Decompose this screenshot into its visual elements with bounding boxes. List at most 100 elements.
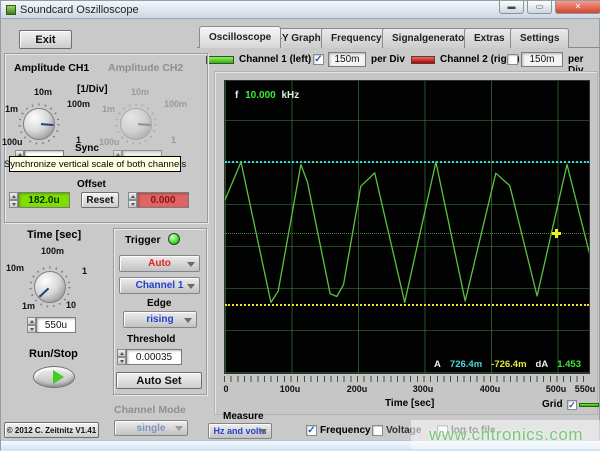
sync-tooltip: Synchronize vertical scale of both chann… [9, 156, 181, 172]
tab-settings[interactable]: Settings [510, 28, 569, 48]
frequency-prefix: f [235, 90, 238, 101]
trigger-source-dropdown[interactable]: Channel 1 [119, 277, 200, 294]
offset-ch1-field[interactable]: 182.0u [18, 192, 70, 208]
ch1-knob-label-bottom-left: 100u [2, 137, 23, 147]
ch2-knob-label-left: 1m [102, 104, 115, 114]
ch2-knob-label-bottom-right: 1 [171, 135, 176, 145]
threshold-label: Threshold [127, 334, 175, 345]
offset-ch2-control[interactable]: 0.000 [128, 192, 189, 208]
maximize-button[interactable]: ▭ [527, 1, 552, 14]
x-tick-200u: 200u [347, 384, 368, 394]
amplitude-ch2-title: Amplitude CH2 [108, 62, 183, 74]
close-button[interactable]: ✕ [555, 1, 600, 14]
time-title: Time [sec] [27, 229, 81, 241]
crosshair-cursor-icon[interactable] [552, 229, 561, 238]
ch2-knob-label-bottom-left: 100u [99, 137, 120, 147]
time-knob-label-bottom-right: 10 [66, 300, 76, 310]
readout-min-value: -726.4m [491, 359, 526, 370]
spinner[interactable] [9, 192, 18, 208]
time-knob-label-right: 1 [82, 266, 87, 276]
time-value-field[interactable]: 550u [36, 317, 76, 333]
dropdown-arrow-icon [259, 429, 267, 434]
run-stop-label: Run/Stop [29, 348, 78, 360]
tab-oscilloscope[interactable]: Oscilloscope [199, 26, 281, 48]
amplitude-ch2-knob[interactable] [114, 102, 158, 146]
tab-frequency[interactable]: Frequency [321, 28, 392, 48]
measure-mode-dropdown[interactable]: Hz and volts [208, 423, 272, 439]
channel-mode-label: Channel Mode [114, 404, 186, 416]
time-value-control[interactable]: 550u [27, 317, 76, 333]
ch1-knob-label-top: 10m [34, 87, 52, 97]
grid-checkbox[interactable]: ✓ [567, 400, 577, 410]
x-tick-0: 0 [223, 384, 228, 394]
frequency-readout: f 10.000 kHz [235, 90, 299, 101]
spinner[interactable] [117, 349, 126, 365]
oscilloscope-graph-panel: f 10.000 kHz A 726.4m -726.4m dA 1.453 0… [214, 71, 598, 415]
spinner[interactable] [128, 192, 137, 208]
grid-channel-color-swatch [579, 403, 599, 407]
offset-ch1-control[interactable]: 182.0u [9, 192, 70, 208]
app-icon [6, 5, 16, 15]
tab-extras[interactable]: Extras [464, 28, 515, 48]
channel1-label: Channel 1 (left) [239, 54, 311, 65]
voltage-checkbox[interactable] [372, 425, 383, 436]
trigger-title: Trigger [125, 234, 161, 246]
trigger-edge-dropdown[interactable]: rising [123, 311, 197, 328]
time-knob-label-left: 10m [6, 263, 24, 273]
threshold-control[interactable]: 0.00035 [117, 349, 182, 365]
offset-ch2-field[interactable]: 0.000 [137, 192, 189, 208]
frequency-unit: kHz [282, 90, 300, 101]
x-tick-550u: 550u [575, 384, 596, 394]
watermark: www.cntronics.com [411, 420, 600, 449]
exit-button[interactable]: Exit [19, 30, 72, 49]
trigger-edge-value: rising [146, 314, 173, 325]
soundcard-oscilloscope-window: { "window": { "title": "Soundcard Oszill… [0, 0, 600, 450]
dropdown-arrow-icon [184, 318, 192, 323]
auto-set-button[interactable]: Auto Set [116, 372, 202, 389]
x-tick-300u: 300u [413, 384, 434, 394]
ch2-knob-label-right: 100m [164, 99, 187, 109]
amplitude-readout: A 726.4m -726.4m dA 1.453 [434, 359, 581, 370]
amplitude-ch1-knob[interactable] [17, 102, 61, 146]
waveform-trace [225, 81, 590, 374]
trigger-mode-value: Auto [148, 258, 171, 269]
trigger-mode-dropdown[interactable]: Auto [119, 255, 200, 272]
x-tick-500u: 500u [546, 384, 567, 394]
trigger-source-value: Channel 1 [136, 280, 184, 291]
window-title: Soundcard Oszilloscope [20, 4, 139, 16]
play-icon [53, 370, 64, 384]
dropdown-arrow-icon [187, 262, 195, 267]
readout-da-value: 1.453 [557, 359, 581, 370]
dropdown-arrow-icon [187, 284, 195, 289]
oscilloscope-plot[interactable]: f 10.000 kHz A 726.4m -726.4m dA 1.453 [224, 80, 590, 374]
channel1-color-swatch [206, 56, 234, 64]
minimize-button[interactable]: ▬ [499, 1, 524, 14]
amplitude-ch1-title: Amplitude CH1 [14, 62, 89, 74]
ch2-knob-label-top: 10m [131, 87, 149, 97]
x-tick-400u: 400u [480, 384, 501, 394]
offset-reset-button[interactable]: Reset [81, 192, 119, 208]
dropdown-arrow-icon [175, 426, 183, 431]
time-knob-label-top: 100m [41, 246, 64, 256]
channel2-per-div-field[interactable]: 150m [521, 52, 563, 67]
channel1-visible-checkbox[interactable]: ✓ [313, 54, 324, 65]
channel1-per-div-field[interactable]: 150m [328, 52, 366, 67]
time-knob-label-bottom-left: 1m [22, 301, 35, 311]
threshold-field[interactable]: 0.00035 [126, 349, 182, 365]
sync-label: Sync [75, 143, 99, 154]
ch1-knob-label-left: 1m [5, 104, 18, 114]
readout-a-label: A [434, 359, 441, 370]
x-tick-100u: 100u [280, 384, 301, 394]
channel-mode-dropdown[interactable]: single [114, 420, 188, 436]
run-stop-button[interactable] [33, 366, 75, 388]
measure-title: Measure [223, 411, 264, 422]
frequency-checkbox[interactable]: ✓ [306, 425, 317, 436]
readout-max-value: 726.4m [450, 359, 482, 370]
x-axis-tick-strip [224, 376, 590, 382]
spinner[interactable] [27, 317, 36, 333]
readout-da-label: dA [536, 359, 549, 370]
channel2-visible-checkbox[interactable] [507, 54, 518, 65]
version-label: © 2012 C. Zeitnitz V1.41 [4, 422, 99, 438]
channel-mode-value: single [137, 423, 166, 434]
trigger-led [168, 233, 180, 245]
